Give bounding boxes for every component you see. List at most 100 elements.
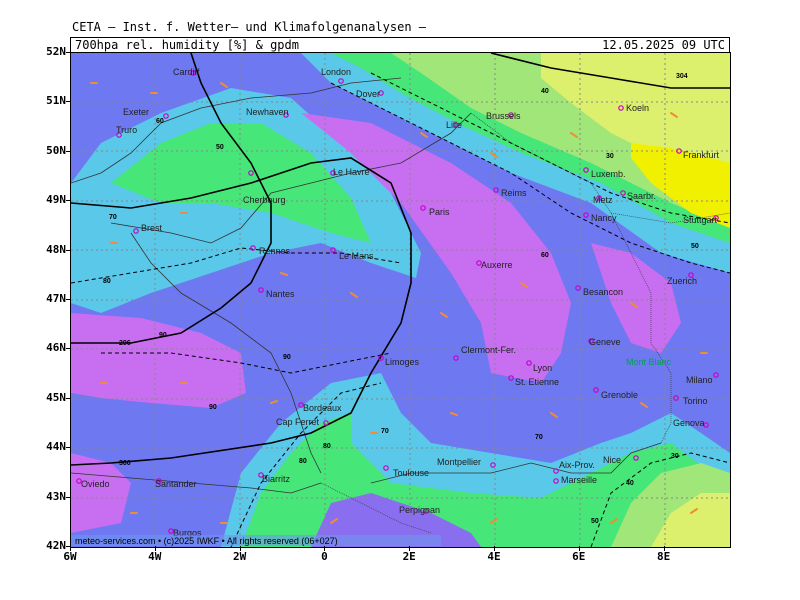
longitude-tick — [409, 546, 411, 551]
city-label: Besancon — [583, 287, 623, 297]
latitude-tick — [66, 496, 71, 498]
humidity-contour-label: 70 — [381, 428, 389, 435]
city-label: Stuttgart — [683, 215, 718, 225]
longitude-tick — [239, 546, 241, 551]
humidity-contour-label: 80 — [323, 443, 331, 450]
humidity-contour-label: 60 — [541, 252, 549, 259]
humidity-contour-label: 30 — [671, 453, 679, 460]
city-label: Rennes — [259, 246, 291, 256]
longitude-label: 8E — [656, 550, 671, 563]
city-label: Lyon — [533, 363, 552, 373]
longitude-label: 4E — [487, 550, 501, 563]
geopotential-contour-label: 296 — [119, 340, 131, 347]
longitude-label: 0 — [321, 550, 328, 563]
city-label: Cardiff — [173, 67, 200, 77]
latitude-label: 43N — [46, 489, 66, 503]
latitude-tick — [66, 348, 71, 350]
city-label: Perpignan — [399, 505, 440, 515]
institute-title: CETA — Inst. f. Wetter— und Klimafolgena… — [72, 20, 427, 34]
city-label: Exeter — [123, 107, 149, 117]
city-label: Lille — [446, 120, 462, 130]
latitude-tick — [66, 200, 71, 202]
city-label: Geneve — [589, 337, 621, 347]
latitude-label: 45N — [46, 390, 66, 404]
latitude-tick — [66, 397, 71, 399]
city-label: Reims — [501, 188, 527, 198]
city-label: Dover — [356, 89, 380, 99]
longitude-tick — [663, 546, 665, 551]
credit-text: meteo-services.com • (c)2025 IWKF • All … — [75, 536, 338, 546]
city-label: Nice — [603, 455, 621, 465]
city-label: Genova — [673, 418, 705, 428]
humidity-contour-label: 40 — [626, 480, 634, 487]
longitude-label: 4W — [148, 550, 162, 563]
humidity-contour-label: 80 — [299, 458, 307, 465]
city-label: Auxerre — [481, 260, 513, 270]
longitude-label: 2W — [232, 550, 247, 563]
geopotential-contour-label: 300 — [119, 460, 131, 467]
humidity-contour-label: 90 — [283, 354, 291, 361]
city-label: Nancy — [591, 213, 617, 223]
city-label: Truro — [116, 125, 137, 135]
humidity-contour-label: 80 — [103, 278, 111, 285]
city-label: Biarritz — [262, 474, 291, 484]
city-label: St. Etienne — [515, 377, 559, 387]
city-label: Cap Ferret — [276, 417, 320, 427]
city-label: Saarbr. — [627, 191, 656, 201]
city-label: Brussels — [486, 111, 521, 121]
humidity-contour-label: 50 — [216, 144, 224, 151]
weather-map: Cardiff London Dover Exeter Newhaven Truro Lil… — [70, 52, 731, 548]
city-label: Nantes — [266, 289, 295, 299]
latitude-label: 47N — [46, 292, 66, 305]
latitude-label: 52N — [46, 45, 66, 58]
latitude-tick — [66, 101, 71, 103]
latitude-tick — [66, 150, 71, 152]
latitude-label: 46N — [46, 341, 66, 355]
humidity-contour-label: 50 — [591, 518, 599, 525]
datetime-label: 12.05.2025 09 UTC — [602, 38, 725, 52]
humidity-contour-label: 50 — [691, 243, 699, 250]
city-label: Clermont-Fer. — [461, 345, 516, 355]
city-label: Marseille — [561, 475, 597, 485]
city-label: Grenoble — [601, 390, 638, 400]
latitude-label: 44N — [46, 440, 66, 454]
longitude-tick — [154, 546, 156, 551]
latitude-tick — [66, 52, 71, 53]
city-label: London — [321, 67, 351, 77]
city-label: Koeln — [626, 103, 649, 113]
humidity-contour-label: 60 — [156, 118, 164, 125]
city-label: Montpellier — [437, 457, 481, 467]
humidity-contour-label: 40 — [541, 88, 549, 95]
city-label: Mont Blanc — [626, 357, 672, 367]
city-label: Paris — [429, 207, 450, 217]
humidity-contour-label: 70 — [109, 214, 117, 221]
humidity-contour-label: 70 — [535, 434, 543, 441]
longitude-tick — [324, 546, 326, 551]
city-label: Limoges — [385, 357, 420, 367]
city-label: Frankfurt — [683, 150, 720, 160]
longitude-label: 2E — [402, 550, 416, 563]
city-label: Brest — [141, 223, 163, 233]
city-label: Aix-Prov. — [559, 460, 595, 470]
longitude-tick — [494, 546, 495, 551]
latitude-tick — [66, 249, 71, 251]
latitude-tick — [66, 299, 71, 300]
geopotential-contour-label: 304 — [676, 73, 688, 80]
city-label: Oviedo — [81, 479, 110, 489]
longitude-label: 6W — [63, 550, 77, 563]
city-label: Le Mans — [339, 251, 374, 261]
city-label: Toulouse — [393, 468, 429, 478]
title-bar: 700hpa rel. humidity [%] & gpdm 12.05.20… — [70, 37, 730, 53]
city-label: Metz — [593, 195, 613, 205]
latitude-label: 49N — [46, 193, 66, 207]
humidity-contour-label: 30 — [606, 153, 614, 160]
parameter-label: 700hpa rel. humidity [%] & gpdm — [75, 38, 299, 52]
city-label: Newhaven — [246, 107, 289, 117]
latitude-label: 48N — [46, 242, 66, 256]
longitude-tick — [578, 546, 580, 551]
city-label: Luxemb. — [591, 169, 626, 179]
city-label: Torino — [683, 396, 708, 406]
longitude-tick — [70, 546, 71, 551]
city-label: Le Havre — [333, 167, 370, 177]
latitude-tick — [66, 447, 71, 449]
